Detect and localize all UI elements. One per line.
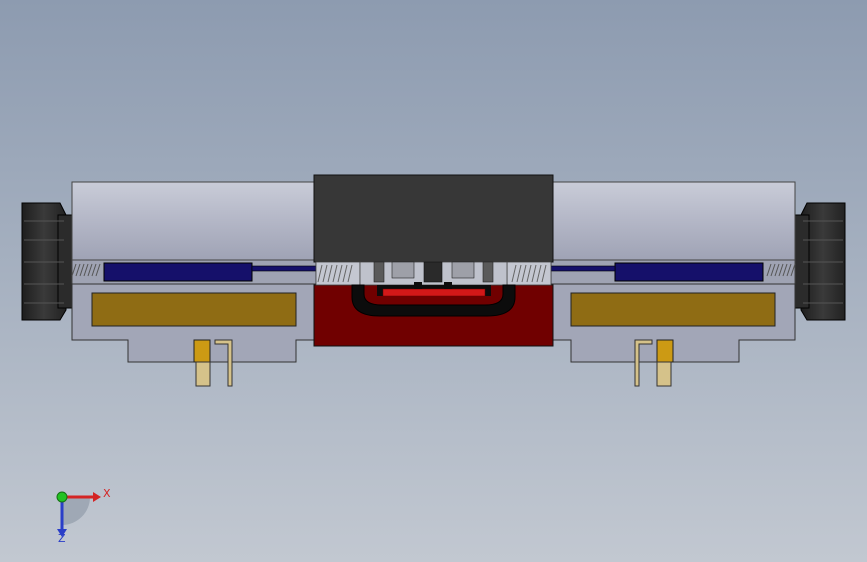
right-coil [570,292,776,327]
center-valve-body [313,174,554,347]
right-solenoid [550,181,796,387]
x-axis-label: X [103,487,111,500]
z-axis-label: Z [58,532,66,545]
left-knob [21,202,73,321]
left-coil [91,292,297,327]
y-axis-dot [56,491,68,503]
cad-viewport[interactable]: X Z [0,0,867,562]
left-solenoid [71,181,317,387]
right-knob [794,202,846,321]
coordinate-triad: X Z [56,487,111,545]
cad-model-view: X Z [21,174,846,545]
left-spool-channel [103,262,253,282]
right-spool-channel [614,262,764,282]
center-block [313,174,554,263]
